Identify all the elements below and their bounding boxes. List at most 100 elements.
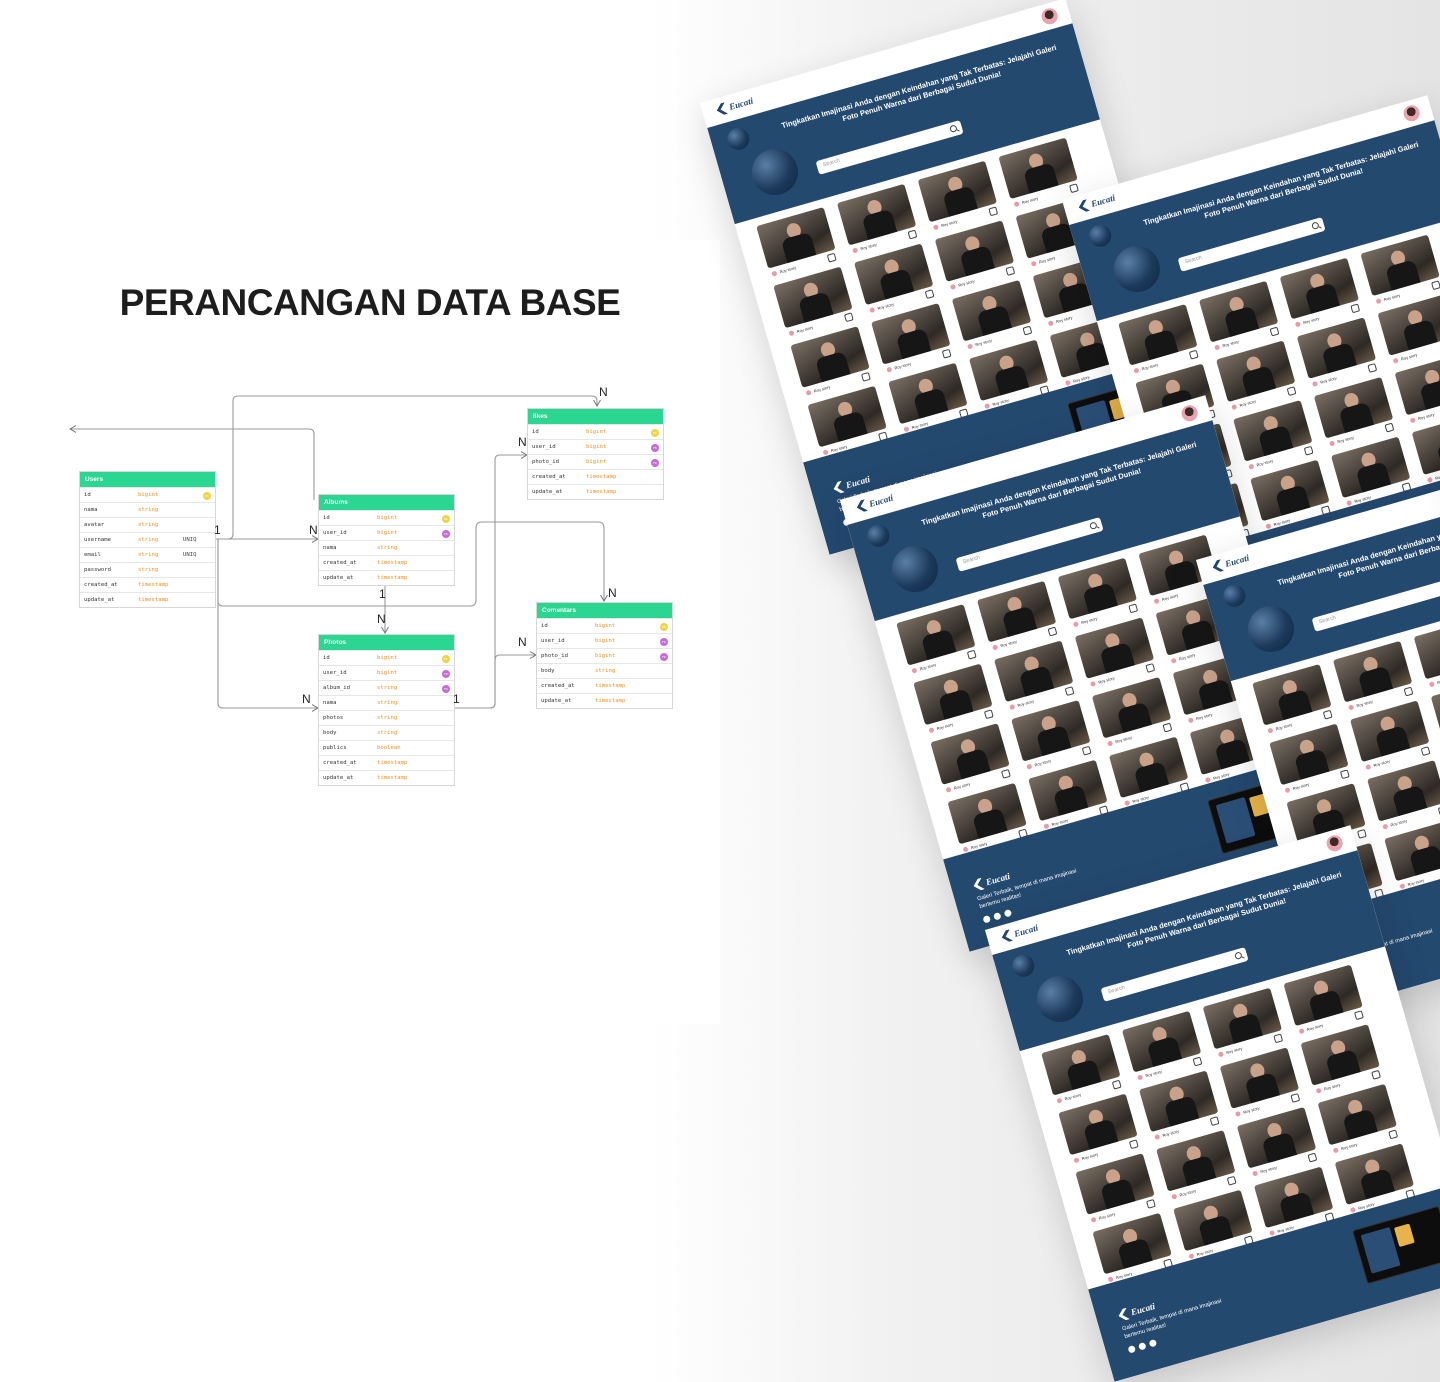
- column-name: user_id: [323, 670, 347, 676]
- card-username: Roy story: [940, 218, 959, 229]
- gallery-icon[interactable]: [1145, 663, 1156, 673]
- user-avatar: [1214, 344, 1221, 351]
- logo-mark-icon: [1000, 929, 1013, 943]
- user-avatar: [788, 330, 795, 337]
- table-row: user_id bigint FK: [528, 439, 663, 454]
- user-avatar: [1248, 463, 1255, 470]
- gallery-icon[interactable]: [1226, 1175, 1237, 1186]
- user-avatar: [1375, 298, 1382, 305]
- gallery-icon[interactable]: [1354, 1010, 1364, 1021]
- brand-logo[interactable]: Eucati: [1000, 922, 1039, 944]
- gallery-icon[interactable]: [1064, 686, 1075, 697]
- avatar[interactable]: [1324, 833, 1345, 854]
- gallery-icon[interactable]: [1192, 1056, 1203, 1067]
- gallery-icon[interactable]: [924, 289, 935, 300]
- gallery-icon[interactable]: [1350, 303, 1361, 314]
- gallery-icon[interactable]: [941, 348, 952, 359]
- gallery-icon[interactable]: [1303, 445, 1314, 456]
- column-type: timestamp: [377, 775, 408, 781]
- primary-key-icon: PK: [660, 623, 668, 631]
- gallery-icon[interactable]: [1209, 1116, 1220, 1127]
- card-username: Roy story: [1302, 315, 1321, 326]
- column-name: password: [84, 567, 111, 573]
- column-type: string: [138, 507, 159, 513]
- gallery-icon[interactable]: [907, 229, 918, 240]
- gallery-icon[interactable]: [1000, 768, 1011, 779]
- gallery-icon[interactable]: [1431, 280, 1440, 291]
- logo-mark-icon: [972, 878, 985, 892]
- gallery-icon[interactable]: [1005, 266, 1016, 276]
- user-avatar: [1315, 1087, 1322, 1094]
- youtube-icon[interactable]: [1003, 908, 1013, 918]
- gallery-icon[interactable]: [1162, 722, 1173, 733]
- table-row: id bigint PK: [537, 618, 672, 633]
- gallery-icon[interactable]: [1367, 363, 1378, 373]
- gallery-icon[interactable]: [1420, 746, 1431, 757]
- youtube-icon[interactable]: [1148, 1338, 1158, 1348]
- user-avatar: [1348, 704, 1355, 711]
- search-icon[interactable]: [1311, 221, 1320, 230]
- gallery-icon[interactable]: [1371, 1069, 1382, 1080]
- footer-tagline: Galeri Terbaik, tempat di mana imajinasi…: [1121, 1298, 1223, 1341]
- column-type: bigint: [377, 670, 398, 676]
- gallery-icon[interactable]: [966, 649, 977, 660]
- search-input[interactable]: Search: [1311, 577, 1440, 632]
- gallery-icon[interactable]: [1128, 1139, 1139, 1150]
- gallery-icon[interactable]: [1145, 1198, 1156, 1209]
- search-icon[interactable]: [949, 124, 958, 133]
- gallery-icon[interactable]: [1111, 1079, 1122, 1090]
- gallery-icon[interactable]: [1286, 386, 1297, 397]
- gallery-icon[interactable]: [1188, 349, 1199, 360]
- gallery-icon[interactable]: [1128, 603, 1139, 614]
- brand-logo[interactable]: Eucati: [1077, 192, 1116, 214]
- avatar[interactable]: [1401, 103, 1422, 124]
- brand-logo[interactable]: Eucati: [1211, 552, 1250, 574]
- gallery-icon[interactable]: [1384, 422, 1395, 433]
- brand-logo[interactable]: Eucati: [715, 95, 754, 117]
- gallery-icon[interactable]: [988, 206, 999, 217]
- search-icon[interactable]: [1089, 521, 1098, 530]
- facebook-icon[interactable]: [1127, 1344, 1137, 1354]
- gallery-icon[interactable]: [1403, 686, 1414, 697]
- card-username: Roy story: [953, 781, 971, 791]
- gallery-icon[interactable]: [1339, 769, 1350, 780]
- card-username: Roy story: [1033, 758, 1052, 768]
- avatar[interactable]: [1179, 403, 1200, 424]
- gallery-icon[interactable]: [1322, 709, 1333, 720]
- brand-logo[interactable]: Eucati: [855, 492, 894, 514]
- table-header: likes: [528, 409, 663, 424]
- user-avatar: [1382, 823, 1389, 830]
- foreign-key-icon: FK: [660, 638, 668, 646]
- instagram-icon[interactable]: [1138, 1341, 1147, 1351]
- gallery-icon[interactable]: [1273, 1033, 1284, 1044]
- column-name: created_at: [323, 560, 357, 566]
- logo-mark-icon: [1117, 1308, 1130, 1322]
- search-icon[interactable]: [1234, 951, 1243, 960]
- cardinality-likes-user-many: N: [599, 385, 608, 399]
- gallery-icon[interactable]: [826, 252, 837, 263]
- facebook-icon[interactable]: [982, 914, 992, 924]
- gallery-icon[interactable]: [1307, 1152, 1318, 1163]
- gallery-icon[interactable]: [1388, 1129, 1399, 1140]
- gallery-icon[interactable]: [1081, 745, 1092, 756]
- gallery-icon[interactable]: [983, 709, 994, 720]
- search-placeholder: Search: [1107, 984, 1126, 996]
- photo-card[interactable]: Roy story: [1413, 617, 1440, 693]
- foreign-key-icon: FK: [651, 444, 659, 452]
- gallery-icon[interactable]: [843, 312, 854, 323]
- card-username: Roy story: [1141, 362, 1159, 372]
- decorative-orb: [864, 522, 892, 550]
- column-name: album_id: [323, 685, 350, 691]
- gallery-icon[interactable]: [1069, 183, 1079, 194]
- gallery-icon[interactable]: [1047, 626, 1058, 637]
- gallery-icon[interactable]: [1269, 326, 1280, 337]
- gallery-icon[interactable]: [860, 371, 871, 382]
- gallery-icon[interactable]: [1022, 325, 1033, 336]
- instagram-icon[interactable]: [993, 911, 1002, 921]
- table-row: created_at timestamp: [537, 678, 672, 693]
- gallery-icon[interactable]: [1290, 1093, 1301, 1103]
- card-username: Roy story: [936, 721, 954, 732]
- gallery-icon[interactable]: [1356, 828, 1367, 839]
- cardinality-albums-photos-one: 1: [379, 587, 386, 601]
- avatar[interactable]: [1039, 6, 1060, 27]
